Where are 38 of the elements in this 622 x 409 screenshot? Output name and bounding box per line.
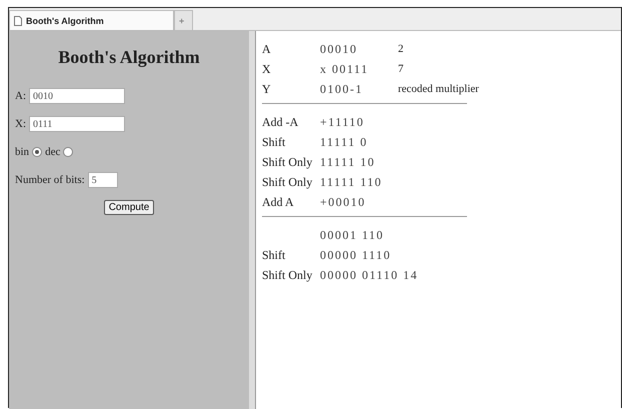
radio-button[interactable] [63, 147, 74, 157]
step-label: Shift Only [262, 154, 314, 170]
value-note: recoded multiplier [398, 83, 479, 95]
input-field[interactable]: 0010 [29, 88, 125, 104]
binary-value: 0100-1 [320, 82, 364, 96]
binary-value: 11111 110 [320, 174, 384, 190]
field-label: X: [15, 118, 26, 130]
value-note: 2 [398, 43, 404, 55]
step-label: Shift [262, 134, 286, 150]
page-heading: Booth's Algorithm [57, 47, 201, 68]
field-label: A: [15, 90, 26, 102]
input-field[interactable]: 5 [88, 172, 118, 188]
value-note: 7 [398, 63, 404, 75]
input-field[interactable]: 0111 [29, 116, 125, 132]
binary-value: +11110 [320, 114, 366, 130]
binary-value: 00000 01110 14 [320, 268, 420, 282]
step-label: A [262, 42, 272, 56]
binary-value: 11111 10 [320, 154, 376, 170]
radio-label: bin [15, 146, 30, 158]
binary-value: 00001 110 [320, 228, 386, 242]
binary-value: 11111 0 [320, 134, 369, 150]
step-label: Shift Only [262, 268, 314, 282]
field-label: Number of bits: [15, 174, 85, 186]
binary-value: +00010 [320, 194, 367, 210]
radio-button[interactable] [32, 147, 42, 157]
step-label: Shift Only [262, 174, 314, 190]
binary-value: 00000 1110 [320, 248, 392, 262]
browser-tab[interactable]: Booth's Algorithm [9, 10, 174, 30]
compute-button[interactable]: Compute [104, 200, 154, 215]
binary-value: 00010 [320, 42, 358, 56]
step-label: X [262, 62, 272, 76]
step-label: Shift [262, 248, 286, 262]
binary-value: x 00111 [320, 62, 370, 76]
radio-label: dec [45, 146, 60, 158]
step-label: Add A [262, 194, 295, 210]
step-label: Add -A [262, 114, 300, 130]
page-icon [14, 16, 22, 26]
step-label: Y [262, 82, 272, 96]
